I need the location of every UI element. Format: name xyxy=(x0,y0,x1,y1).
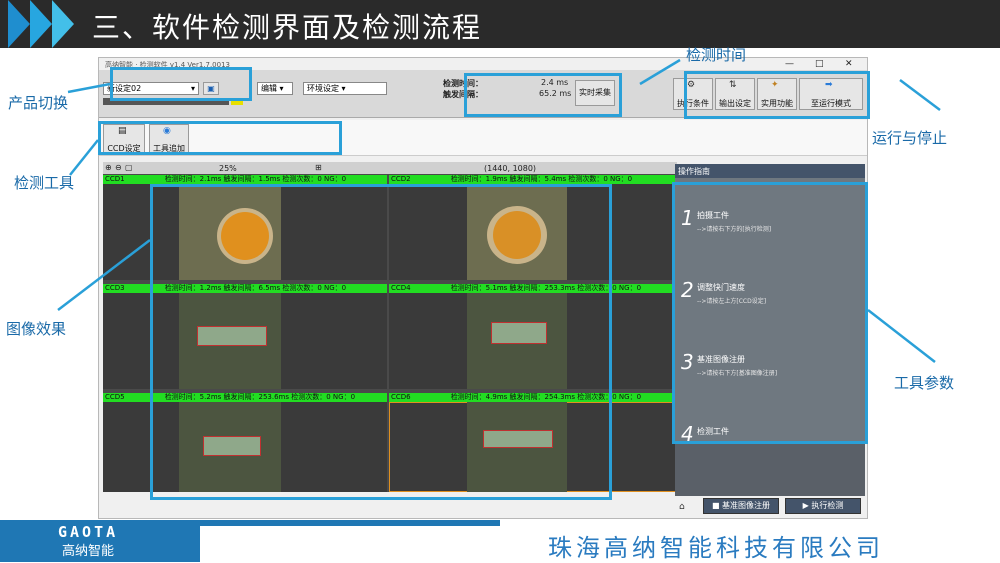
label-image-effect: 图像效果 xyxy=(6,320,67,338)
brand-name: 高纳智能 xyxy=(62,544,115,559)
footer-strip xyxy=(200,520,500,526)
label-detect-tools: 检测工具 xyxy=(14,174,75,192)
brand-logo: GAOTA xyxy=(58,523,119,541)
label-product-switch: 产品切换 xyxy=(8,94,69,112)
label-run-stop: 运行与停止 xyxy=(872,129,948,147)
label-tool-params: 工具参数 xyxy=(894,374,955,392)
company-name: 珠海高纳智能科技有限公司 xyxy=(548,534,884,562)
leader-lines xyxy=(57,58,941,363)
label-detect-time: 检测时间 xyxy=(686,46,747,64)
